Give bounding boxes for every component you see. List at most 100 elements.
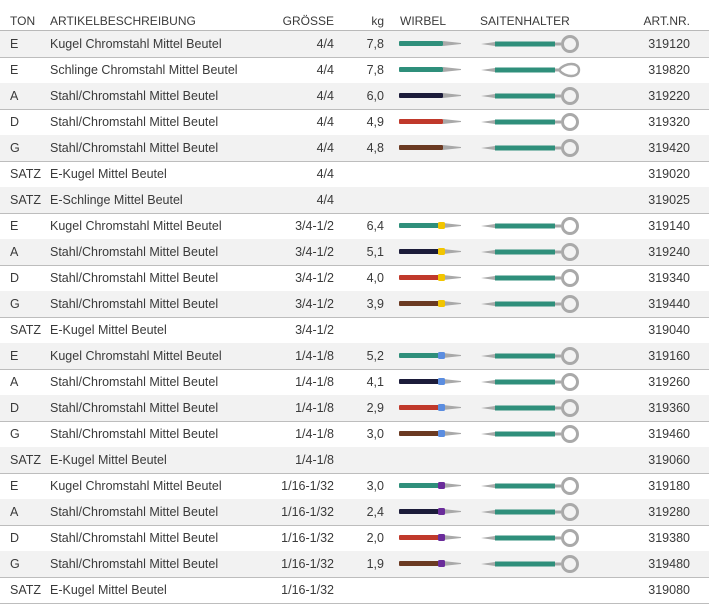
saitenhalter-ball-icon: [481, 35, 579, 53]
cell-kg: 7,8: [366, 37, 384, 51]
saitenhalter-ball-icon: [481, 243, 579, 261]
cell-kg: 3,9: [366, 297, 384, 311]
cell-art-nr: 319360: [648, 401, 690, 415]
cell-description: Kugel Chromstahl Mittel Beutel: [50, 349, 222, 363]
table-row: E Kugel Chromstahl Mittel Beutel 1/4-1/8 5,…: [0, 343, 709, 370]
cell-description: E-Kugel Mittel Beutel: [50, 167, 167, 181]
saitenhalter-ball-icon: [481, 529, 579, 547]
cell-kg: 4,8: [366, 141, 384, 155]
cell-kg: 4,9: [366, 115, 384, 129]
cell-size: 4/4: [316, 63, 334, 77]
cell-art-nr: 319080: [648, 583, 690, 597]
wirbel-string-icon: [399, 274, 461, 281]
wirbel-string-icon: [399, 352, 461, 359]
cell-size: 1/4-1/8: [295, 401, 334, 415]
wirbel-string-icon: [399, 534, 461, 541]
cell-art-nr: 319220: [648, 89, 690, 103]
cell-art-nr: 319180: [648, 479, 690, 493]
table-row: G Stahl/Chromstahl Mittel Beutel 3/4-1/2 3,…: [0, 291, 709, 318]
wirbel-string-icon: [399, 508, 461, 515]
saitenhalter-ball-icon: [481, 347, 579, 365]
cell-size: 1/4-1/8: [295, 427, 334, 441]
cell-description: Stahl/Chromstahl Mittel Beutel: [50, 531, 219, 545]
cell-art-nr: 319280: [648, 505, 690, 519]
table-row: G Stahl/Chromstahl Mittel Beutel 1/16-1/32…: [0, 551, 709, 578]
saitenhalter-ball-icon: [481, 503, 579, 521]
cell-art-nr: 319060: [648, 453, 690, 467]
cell-description: E-Schlinge Mittel Beutel: [50, 193, 183, 207]
cell-art-nr: 319340: [648, 271, 690, 285]
cell-art-nr: 319420: [648, 141, 690, 155]
table-row: SATZ E-Kugel Mittel Beutel 1/4-1/8 319060: [0, 447, 709, 474]
cell-size: 1/4-1/8: [295, 349, 334, 363]
cell-size: 4/4: [316, 141, 334, 155]
wirbel-string-icon: [399, 67, 461, 72]
cell-description: Stahl/Chromstahl Mittel Beutel: [50, 505, 219, 519]
cell-size: 3/4-1/2: [295, 245, 334, 259]
cell-ton: SATZ: [10, 583, 42, 597]
cell-ton: A: [10, 245, 19, 259]
cell-ton: G: [10, 427, 20, 441]
table-row: G Stahl/Chromstahl Mittel Beutel 1/4-1/8 3,…: [0, 421, 709, 448]
table-row: E Kugel Chromstahl Mittel Beutel 1/16-1/32…: [0, 473, 709, 500]
cell-size: 1/16-1/32: [281, 479, 334, 493]
wirbel-string-icon: [399, 222, 461, 229]
table-row: D Stahl/Chromstahl Mittel Beutel 3/4-1/2 4,…: [0, 265, 709, 292]
header-size: GRÖSSE: [282, 14, 334, 28]
header-wirbel: WIRBEL: [400, 14, 447, 28]
table-row: D Stahl/Chromstahl Mittel Beutel 1/4-1/8 2,…: [0, 395, 709, 422]
cell-ton: SATZ: [10, 453, 42, 467]
cell-art-nr: 319025: [648, 193, 690, 207]
cell-kg: 6,4: [366, 219, 384, 233]
cell-kg: 4,1: [366, 375, 384, 389]
cell-ton: E: [10, 37, 19, 51]
cell-kg: 7,8: [366, 63, 384, 77]
table-row: A Stahl/Chromstahl Mittel Beutel 3/4-1/2 5,…: [0, 239, 709, 266]
wirbel-string-icon: [399, 41, 461, 46]
cell-description: E-Kugel Mittel Beutel: [50, 453, 167, 467]
cell-size: 4/4: [316, 89, 334, 103]
cell-description: Stahl/Chromstahl Mittel Beutel: [50, 427, 219, 441]
cell-art-nr: 319320: [648, 115, 690, 129]
cell-size: 1/16-1/32: [281, 583, 334, 597]
cell-size: 1/16-1/32: [281, 531, 334, 545]
cell-size: 1/4-1/8: [295, 375, 334, 389]
saitenhalter-loop-icon: [481, 62, 581, 78]
cell-kg: 6,0: [366, 89, 384, 103]
cell-description: Kugel Chromstahl Mittel Beutel: [50, 219, 222, 233]
cell-description: E-Kugel Mittel Beutel: [50, 583, 167, 597]
cell-ton: D: [10, 531, 20, 545]
cell-description: Stahl/Chromstahl Mittel Beutel: [50, 375, 219, 389]
saitenhalter-ball-icon: [481, 87, 579, 105]
cell-description: Kugel Chromstahl Mittel Beutel: [50, 479, 222, 493]
table-row: E Kugel Chromstahl Mittel Beutel 4/4 7,8 319…: [0, 31, 709, 58]
cell-art-nr: 319140: [648, 219, 690, 233]
cell-size: 1/16-1/32: [281, 557, 334, 571]
table-row: A Stahl/Chromstahl Mittel Beutel 1/16-1/32…: [0, 499, 709, 526]
cell-size: 3/4-1/2: [295, 219, 334, 233]
cell-ton: D: [10, 401, 20, 415]
saitenhalter-ball-icon: [481, 399, 579, 417]
cell-size: 4/4: [316, 167, 334, 181]
wirbel-string-icon: [399, 119, 461, 124]
cell-description: Stahl/Chromstahl Mittel Beutel: [50, 557, 219, 571]
cell-ton: A: [10, 375, 19, 389]
cell-description: Stahl/Chromstahl Mittel Beutel: [50, 141, 219, 155]
cell-kg: 4,0: [366, 271, 384, 285]
cell-art-nr: 319380: [648, 531, 690, 545]
table-row: E Kugel Chromstahl Mittel Beutel 3/4-1/2 6,…: [0, 213, 709, 240]
wirbel-string-icon: [399, 404, 461, 411]
table-row: E Schlinge Chromstahl Mittel Beutel 4/4 7,8…: [0, 57, 709, 84]
cell-art-nr: 319040: [648, 323, 690, 337]
cell-description: Stahl/Chromstahl Mittel Beutel: [50, 401, 219, 415]
cell-size: 1/16-1/32: [281, 505, 334, 519]
cell-ton: G: [10, 557, 20, 571]
wirbel-string-icon: [399, 378, 461, 385]
cell-art-nr: 319460: [648, 427, 690, 441]
cell-ton: SATZ: [10, 323, 42, 337]
cell-kg: 1,9: [366, 557, 384, 571]
wirbel-string-icon: [399, 145, 461, 150]
wirbel-string-icon: [399, 248, 461, 255]
table-row: A Stahl/Chromstahl Mittel Beutel 4/4 6,0 319…: [0, 83, 709, 110]
table-row: D Stahl/Chromstahl Mittel Beutel 1/16-1/32…: [0, 525, 709, 552]
